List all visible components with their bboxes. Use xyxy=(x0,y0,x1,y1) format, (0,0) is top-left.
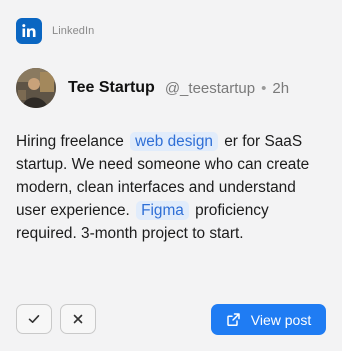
approve-button[interactable] xyxy=(16,304,52,334)
keyword-highlight-web-design: web design xyxy=(130,132,218,151)
keyword-highlight-figma: Figma xyxy=(136,201,189,220)
linkedin-icon xyxy=(16,18,42,44)
post-text-2: er for xyxy=(224,133,261,150)
source-label: LinkedIn xyxy=(52,25,95,37)
author-name[interactable]: Tee Startup xyxy=(68,79,155,97)
view-post-button[interactable]: View post xyxy=(211,304,326,335)
action-buttons xyxy=(16,304,96,334)
check-icon xyxy=(28,315,40,323)
dismiss-button[interactable] xyxy=(60,304,96,334)
author-row: Tee Startup @_teestartup • 2h xyxy=(16,68,289,108)
external-link-icon xyxy=(227,313,240,327)
post-body: Hiring freelance web design er for SaaS … xyxy=(16,130,328,245)
source-header: LinkedIn xyxy=(16,18,94,44)
view-post-label: View post xyxy=(250,311,312,328)
post-text-1: Hiring freelance xyxy=(16,133,124,150)
post-time: 2h xyxy=(272,79,290,97)
meta-separator: • xyxy=(261,79,267,97)
avatar[interactable] xyxy=(16,68,56,108)
author-handle: @_teestartup xyxy=(164,79,256,97)
post-card: LinkedIn Tee Startup @_teestartup • 2h H… xyxy=(0,0,342,351)
close-icon xyxy=(73,314,83,324)
